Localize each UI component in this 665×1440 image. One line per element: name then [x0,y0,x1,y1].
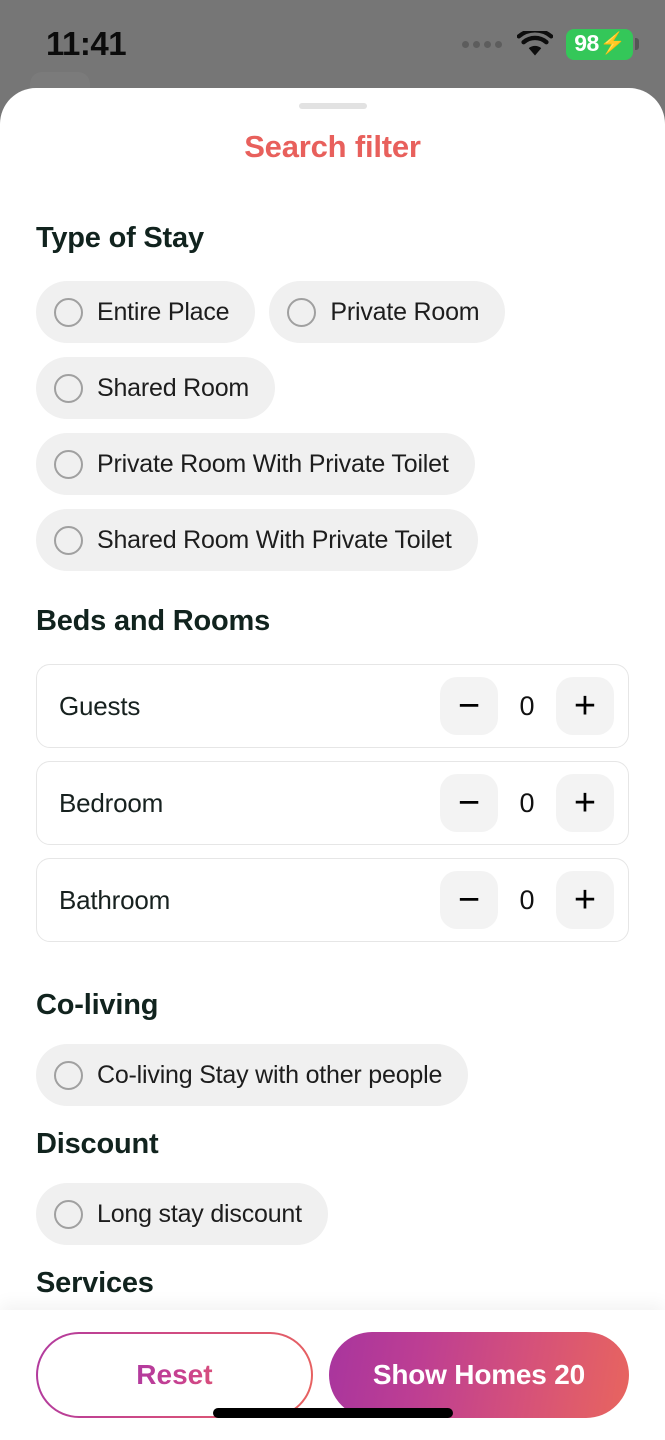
signal-dots-icon [462,40,503,48]
chip-entire-place[interactable]: Entire Place [36,281,256,343]
chip-private-room[interactable]: Private Room [269,281,506,343]
stepper-controls: − 0 + [440,871,614,929]
radio-icon[interactable] [54,525,83,555]
decrement-bedroom-button[interactable]: − [440,774,498,832]
battery-badge: 98 ⚡ [566,28,639,60]
increment-guests-button[interactable]: + [556,677,614,735]
plus-icon: + [573,684,597,727]
co-living-options: Co-living Stay with other people [36,1044,629,1106]
increment-bedroom-button[interactable]: + [556,774,614,832]
filter-action-bar: Reset Show Homes 20 [0,1310,665,1440]
chip-label: Private Room With Private Toilet [97,449,449,478]
stepper-label: Guests [59,690,141,721]
chip-label: Private Room [330,297,480,326]
discount-options: Long stay discount [36,1183,629,1245]
increment-bathroom-button[interactable]: + [556,871,614,929]
stepper-row-guests: Guests − 0 + [36,664,629,748]
radio-icon[interactable] [54,1060,83,1090]
decrement-bathroom-button[interactable]: − [440,871,498,929]
stepper-controls: − 0 + [440,774,614,832]
section-title-type-of-stay: Type of Stay [36,222,204,254]
minus-icon: − [457,878,481,921]
plus-icon: + [573,781,597,824]
chip-shared-room[interactable]: Shared Room [36,357,276,419]
chip-co-living-stay-with-other-people[interactable]: Co-living Stay with other people [36,1044,469,1106]
section-title-co-living: Co-living [36,989,159,1021]
section-title-discount: Discount [36,1128,159,1160]
section-title-services: Services [36,1267,154,1299]
battery-level-text: 98 [574,30,599,56]
stepper-row-bathroom: Bathroom − 0 + [36,858,629,942]
stepper-label: Bathroom [59,884,171,915]
bedroom-value: 0 [519,787,535,818]
stepper-label: Bedroom [59,787,164,818]
minus-icon: − [457,781,481,824]
chip-private-room-with-private-toilet[interactable]: Private Room With Private Toilet [36,433,475,495]
chip-long-stay-discount[interactable]: Long stay discount [36,1183,328,1245]
reset-button-label: Reset [136,1359,213,1390]
stepper-controls: − 0 + [440,677,614,735]
stepper-row-bedroom: Bedroom − 0 + [36,761,629,845]
guests-value: 0 [519,690,535,721]
section-title-beds-and-rooms: Beds and Rooms [36,605,271,637]
chip-label: Shared Room [97,373,250,402]
bathroom-value: 0 [519,884,535,915]
reset-button[interactable]: Reset [36,1332,313,1418]
minus-icon: − [457,684,481,727]
filter-scroll-area[interactable]: Type of Stay Entire Place Private Room S… [0,196,665,1440]
status-bar-right: 98 ⚡ [462,28,639,60]
chip-shared-room-with-private-toilet[interactable]: Shared Room With Private Toilet [36,509,478,571]
type-of-stay-options: Entire Place Private Room Shared Room Pr… [36,281,629,571]
decrement-guests-button[interactable]: − [440,677,498,735]
radio-icon[interactable] [287,297,317,327]
status-time: 11:41 [46,25,127,62]
chip-label: Shared Room With Private Toilet [97,525,452,554]
drag-handle[interactable] [298,103,367,109]
show-homes-button[interactable]: Show Homes 20 [328,1332,629,1418]
battery-charging-bolt-icon: ⚡ [599,32,626,55]
radio-icon[interactable] [54,373,83,403]
chip-label: Entire Place [97,297,230,326]
wifi-icon [517,30,554,55]
show-homes-button-label: Show Homes 20 [372,1359,585,1390]
plus-icon: + [573,878,597,921]
chip-label: Long stay discount [97,1199,302,1228]
page-title: Search filter [244,129,421,164]
radio-icon[interactable] [54,449,83,479]
radio-icon[interactable] [54,1199,83,1229]
home-indicator [212,1408,453,1418]
search-filter-sheet: Search filter Type of Stay Entire Place … [0,88,665,1440]
radio-icon[interactable] [54,297,83,327]
status-bar: 11:41 98 ⚡ [0,0,665,88]
battery-cap [635,38,639,50]
chip-label: Co-living Stay with other people [97,1060,443,1089]
